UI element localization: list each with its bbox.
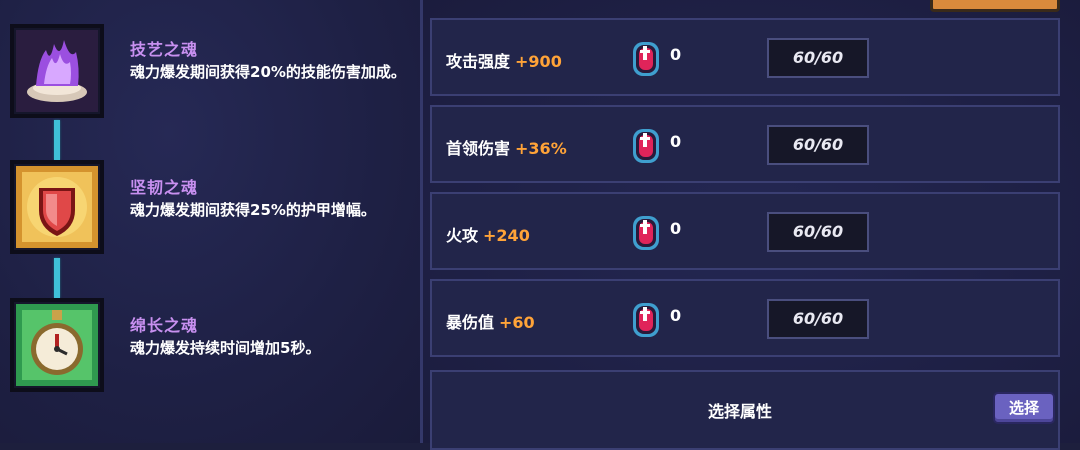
top-tab-button[interactable] [930,0,1060,12]
stat-name: 暴伤值 [446,313,495,332]
stat-name: 火攻 [446,226,479,245]
stat-name: 攻击强度 [446,52,511,71]
soul-gem-icon [633,216,659,250]
stat-label: 暴伤值 +60 [446,309,535,333]
gem-count: 0 [670,45,682,64]
panel-divider [420,0,423,443]
stat-bonus: +900 [515,52,562,71]
select-attribute-row: 选择属性 选择 [430,370,1060,450]
soul-gem-icon [633,129,659,163]
red-shield-icon [10,160,104,254]
stat-cap-box: 60/60 [767,38,869,78]
select-button[interactable]: 选择 [993,392,1055,424]
gem-count: 0 [670,306,682,325]
skill-name: 绵长之魂 [130,316,199,335]
stat-row-boss-damage[interactable]: 首领伤害 +36% 0 60/60 [430,105,1060,183]
stat-cap-box: 60/60 [767,299,869,339]
stat-label: 首领伤害 +36% [446,135,567,159]
stat-bonus: +60 [499,313,535,332]
stat-bonus: +36% [515,139,567,158]
skill-description: 魂力爆发期间获得25%的护甲增幅。 [130,201,376,219]
stat-row-crit-damage[interactable]: 暴伤值 +60 0 60/60 [430,279,1060,357]
stat-label: 火攻 +240 [446,222,530,246]
stat-row-attack-power[interactable]: 攻击强度 +900 0 60/60 [430,18,1060,96]
purple-flame-icon [10,24,104,118]
stat-name: 首领伤害 [446,139,511,158]
soul-gem-icon [633,303,659,337]
stat-cap-box: 60/60 [767,212,869,252]
stat-bonus: +240 [483,226,530,245]
skill-name: 坚韧之魂 [130,178,199,197]
skill-connector [54,258,60,298]
skill-description: 魂力爆发持续时间增加5秒。 [130,339,321,357]
skill-description: 魂力爆发期间获得20%的技能伤害加成。 [130,63,406,81]
gem-count: 0 [670,132,682,151]
select-attribute-title: 选择属性 [708,402,773,421]
skill-name: 技艺之魂 [130,40,199,59]
soul-gem-icon [633,42,659,76]
gem-count: 0 [670,219,682,238]
green-pocket-watch-icon [10,298,104,392]
skill-connector [54,120,60,160]
stat-cap-box: 60/60 [767,125,869,165]
stat-row-fire-attack[interactable]: 火攻 +240 0 60/60 [430,192,1060,270]
stat-label: 攻击强度 +900 [446,48,562,72]
